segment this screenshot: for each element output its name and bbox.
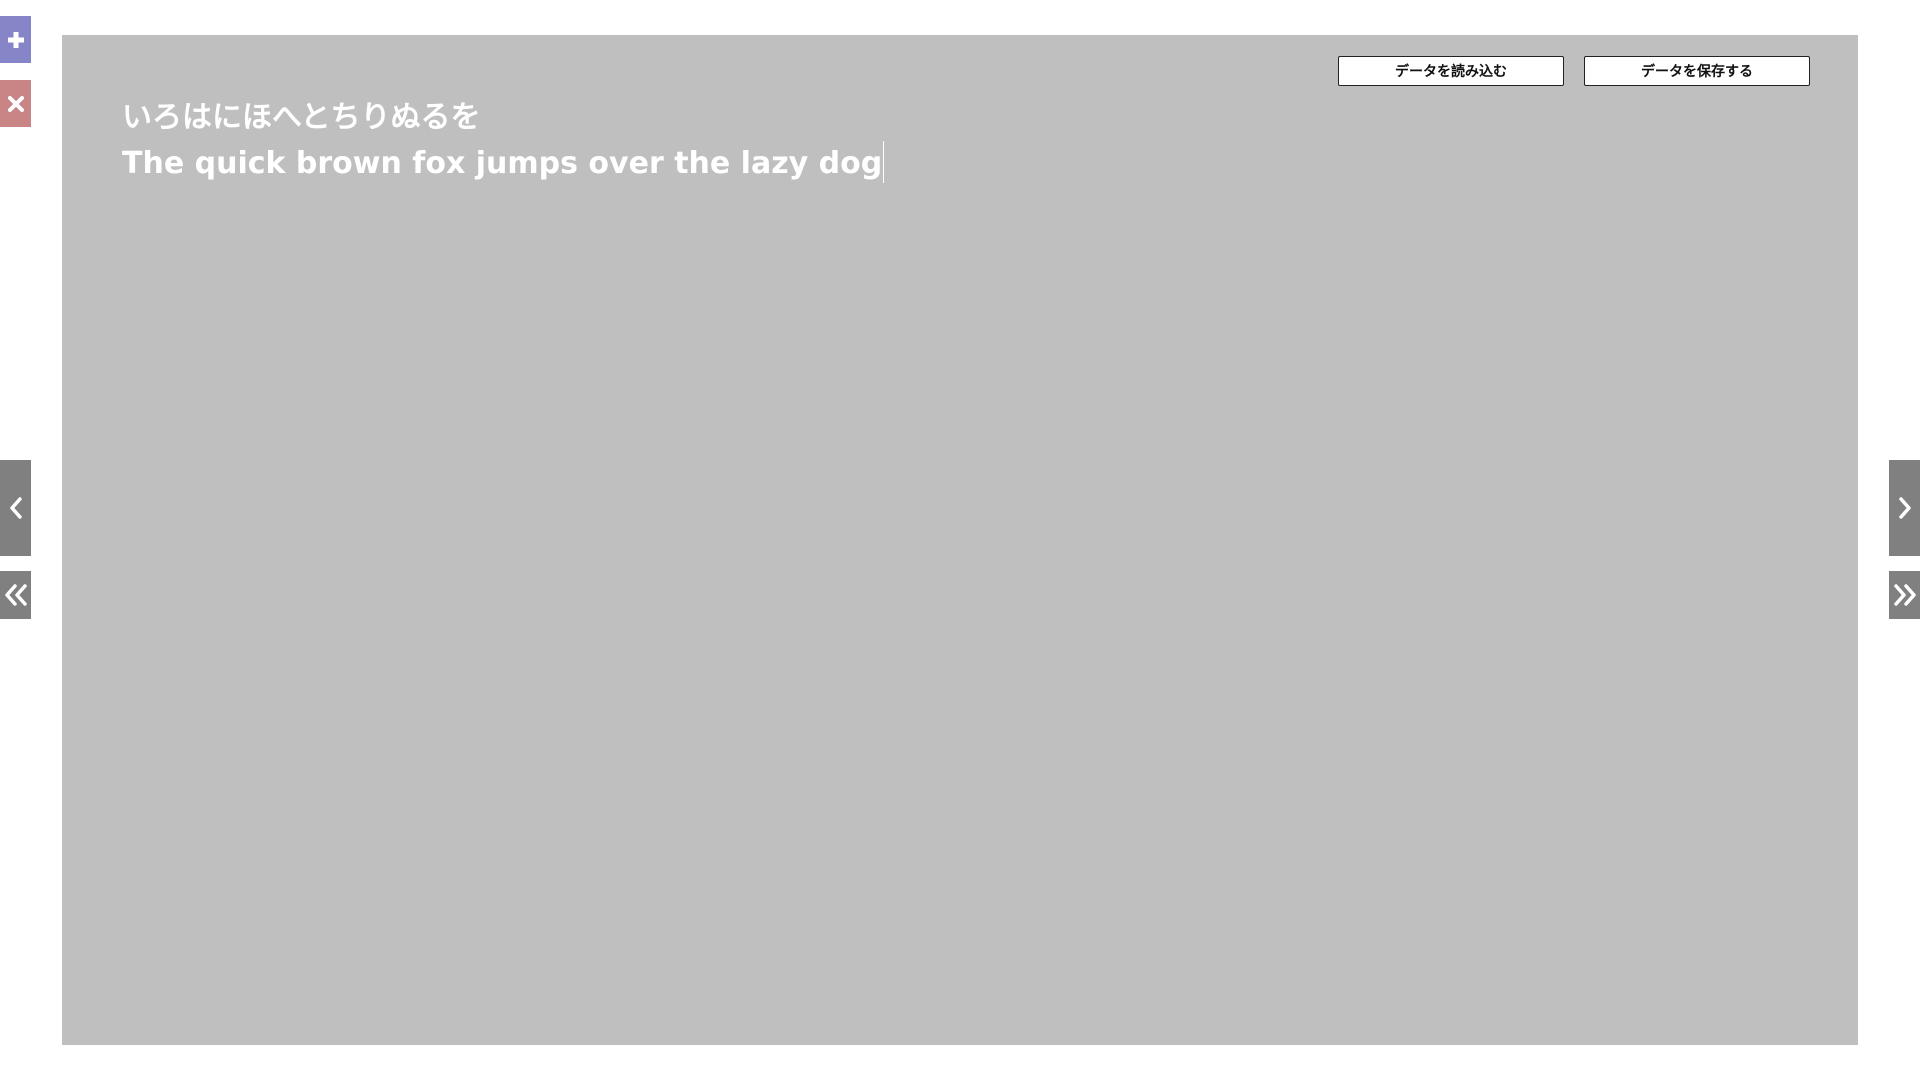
- save-data-button[interactable]: データを保存する: [1584, 56, 1810, 86]
- delete-slide-button[interactable]: [0, 80, 31, 127]
- plus-icon: [7, 31, 25, 49]
- chevron-left-icon: [8, 496, 24, 520]
- slide-text-line-2: The quick brown fox jumps over the lazy …: [122, 141, 885, 187]
- chevron-right-icon: [1897, 496, 1913, 520]
- add-slide-button[interactable]: [0, 16, 31, 63]
- slide-canvas[interactable]: データを読み込む データを保存する いろはにほへとちりぬるを The quick…: [62, 35, 1858, 1045]
- slide-text-line-2-content: The quick brown fox jumps over the lazy …: [122, 146, 883, 181]
- last-slide-button[interactable]: [1889, 571, 1920, 619]
- next-slide-button[interactable]: [1889, 460, 1920, 556]
- slide-text-editor[interactable]: いろはにほへとちりぬるを The quick brown fox jumps o…: [122, 95, 885, 187]
- previous-slide-button[interactable]: [0, 460, 31, 556]
- slide-text-line-1: いろはにほへとちりぬるを: [122, 100, 481, 135]
- close-icon: [7, 95, 24, 112]
- load-data-button[interactable]: データを読み込む: [1338, 56, 1564, 86]
- double-chevron-right-icon: [1892, 582, 1918, 608]
- double-chevron-left-icon: [3, 582, 29, 608]
- first-slide-button[interactable]: [0, 571, 31, 619]
- text-caret: [883, 141, 885, 183]
